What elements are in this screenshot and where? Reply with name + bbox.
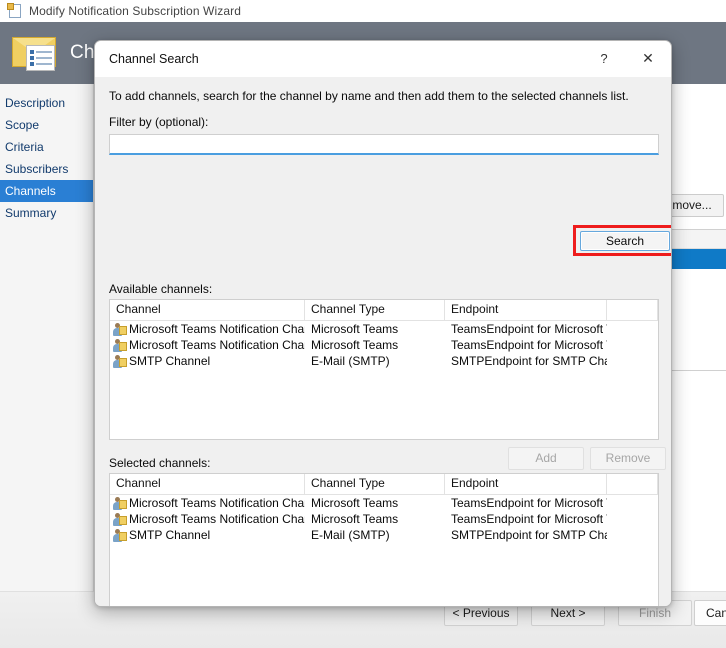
sidebar-item-channels[interactable]: Channels — [0, 180, 93, 202]
column-header-channel-type[interactable]: Channel Type — [305, 300, 445, 320]
channel-user-icon — [113, 354, 127, 368]
table-row[interactable]: Microsoft Teams Notification Chann... Mi… — [110, 337, 658, 353]
channel-user-icon — [113, 528, 127, 542]
window-titlebar: Modify Notification Subscription Wizard — [0, 0, 726, 22]
cell-channel-type: E-Mail (SMTP) — [311, 354, 390, 368]
cell-channel: SMTP Channel — [129, 528, 211, 542]
table-row[interactable]: Microsoft Teams Notification Channel Mic… — [110, 495, 658, 511]
dialog-title: Channel Search — [109, 52, 199, 66]
cell-endpoint: TeamsEndpoint for Microsoft Te... — [451, 512, 607, 526]
dialog-titlebar: Channel Search ? ✕ — [95, 41, 671, 77]
notification-subscription-icon — [7, 3, 23, 19]
cell-channel: Microsoft Teams Notification Chann... — [129, 512, 305, 526]
channel-user-icon — [113, 496, 127, 510]
column-header-filler — [607, 300, 658, 320]
column-header-channel-type[interactable]: Channel Type — [305, 474, 445, 494]
selected-channels-list[interactable]: Channel Channel Type Endpoint Microsoft … — [109, 473, 659, 606]
column-header-channel[interactable]: Channel — [110, 474, 305, 494]
channel-user-icon — [113, 322, 127, 336]
add-button: Add — [508, 447, 584, 470]
sidebar-item-criteria[interactable]: Criteria — [0, 136, 93, 158]
cell-channel-type: E-Mail (SMTP) — [311, 528, 390, 542]
table-row[interactable]: Microsoft Teams Notification Channel Mic… — [110, 321, 658, 337]
search-button[interactable]: Search — [580, 231, 670, 251]
selected-list-header: Channel Channel Type Endpoint — [110, 474, 658, 495]
cell-channel: Microsoft Teams Notification Channel — [129, 322, 305, 336]
filter-label: Filter by (optional): — [109, 115, 209, 129]
column-header-filler — [607, 474, 658, 494]
cell-endpoint: SMTPEndpoint for SMTP Channel — [451, 528, 607, 542]
table-row[interactable]: Microsoft Teams Notification Chann... Mi… — [110, 511, 658, 527]
column-header-endpoint[interactable]: Endpoint — [445, 474, 607, 494]
available-channels-list[interactable]: Channel Channel Type Endpoint Microsoft … — [109, 299, 659, 440]
channel-user-icon — [113, 512, 127, 526]
selected-channels-label: Selected channels: — [109, 456, 211, 470]
column-header-endpoint[interactable]: Endpoint — [445, 300, 607, 320]
cell-channel-type: Microsoft Teams — [311, 338, 399, 352]
sidebar-item-subscribers[interactable]: Subscribers — [0, 158, 93, 180]
cell-channel: Microsoft Teams Notification Channel — [129, 496, 305, 510]
cell-channel-type: Microsoft Teams — [311, 322, 399, 336]
wizard-step-sidebar: Description Scope Criteria Subscribers C… — [0, 84, 94, 592]
sidebar-item-summary[interactable]: Summary — [0, 202, 93, 224]
mail-checklist-icon — [12, 33, 58, 73]
available-list-header: Channel Channel Type Endpoint — [110, 300, 658, 321]
sidebar-item-scope[interactable]: Scope — [0, 114, 93, 136]
filter-input[interactable] — [109, 134, 659, 155]
cell-endpoint: TeamsEndpoint for Microsoft Te... — [451, 496, 607, 510]
table-row[interactable]: SMTP Channel E-Mail (SMTP) SMTPEndpoint … — [110, 353, 658, 369]
dialog-instruction-text: To add channels, search for the channel … — [109, 89, 629, 103]
cell-endpoint: TeamsEndpoint for Microsoft Te... — [451, 322, 607, 336]
column-header-channel[interactable]: Channel — [110, 300, 305, 320]
table-row[interactable]: SMTP Channel E-Mail (SMTP) SMTPEndpoint … — [110, 527, 658, 543]
close-icon[interactable]: ✕ — [627, 41, 669, 76]
remove-button: Remove — [590, 447, 666, 470]
wizard-cancel-button[interactable]: Can — [694, 600, 726, 626]
cell-endpoint: TeamsEndpoint for Microsoft Te... — [451, 338, 607, 352]
window-title: Modify Notification Subscription Wizard — [29, 4, 241, 18]
cell-channel: SMTP Channel — [129, 354, 211, 368]
sidebar-item-description[interactable]: Description — [0, 92, 93, 114]
available-channels-label: Available channels: — [109, 282, 213, 296]
cell-endpoint: SMTPEndpoint for SMTP Channel — [451, 354, 607, 368]
cell-channel: Microsoft Teams Notification Chann... — [129, 338, 305, 352]
help-icon[interactable]: ? — [583, 41, 625, 76]
dialog-body: To add channels, search for the channel … — [95, 77, 671, 606]
channel-user-icon — [113, 338, 127, 352]
cell-channel-type: Microsoft Teams — [311, 496, 399, 510]
cell-channel-type: Microsoft Teams — [311, 512, 399, 526]
channel-search-dialog: Channel Search ? ✕ To add channels, sear… — [94, 40, 672, 607]
